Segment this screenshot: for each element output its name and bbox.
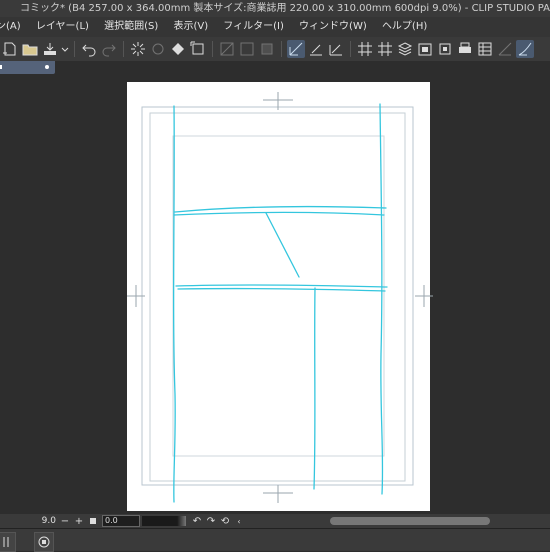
perspective-ruler-icon[interactable]: [496, 40, 514, 58]
menu-bar: ン(A) レイヤー(L) 選択範囲(S) 表示(V) フィルター(I) ウィンド…: [0, 17, 550, 37]
zoom-value[interactable]: 9.0: [0, 516, 58, 526]
grid-snap-icon[interactable]: [376, 40, 394, 58]
pen-stroke-icon[interactable]: [516, 40, 534, 58]
title-bar: コミック* (B4 257.00 x 364.00mm 製本サイズ:商業誌用 2…: [0, 0, 550, 17]
table-icon[interactable]: [476, 40, 494, 58]
rotation-field[interactable]: 0.0: [102, 515, 140, 527]
layers-icon[interactable]: [396, 40, 414, 58]
zoom-in-icon[interactable]: +: [72, 515, 86, 527]
panel-toggle-icon[interactable]: [0, 532, 16, 552]
transform-icon[interactable]: [189, 40, 207, 58]
canvas-area[interactable]: [0, 74, 550, 514]
reset-rotation-icon[interactable]: ⟲: [218, 515, 232, 527]
bottom-panel: [0, 528, 550, 552]
save-icon[interactable]: [41, 40, 59, 58]
canvas-svg[interactable]: [0, 74, 550, 514]
stabilization-icon[interactable]: [287, 40, 305, 58]
rotate-left-icon[interactable]: ↶: [190, 515, 204, 527]
chevron-left-icon[interactable]: ‹: [232, 515, 246, 527]
special-ruler-snap-icon[interactable]: [327, 40, 345, 58]
undo-icon[interactable]: [80, 40, 98, 58]
grid-icon[interactable]: [356, 40, 374, 58]
document-tab-bar: [0, 61, 550, 74]
divider: [212, 41, 213, 57]
fill-icon[interactable]: [169, 40, 187, 58]
rotation-slider[interactable]: [142, 516, 186, 526]
tab-indicator: [0, 65, 2, 69]
status-bar: 9.0 − + 0.0 ↶ ↷ ⟲ ‹: [0, 514, 550, 528]
print-icon[interactable]: [456, 40, 474, 58]
open-folder-icon[interactable]: [21, 40, 39, 58]
unsaved-dot-icon: [45, 65, 49, 69]
menu-filter[interactable]: フィルター(I): [217, 17, 290, 37]
navigator-icon[interactable]: [34, 532, 54, 552]
selection-icon[interactable]: [258, 40, 276, 58]
menu-help[interactable]: ヘルプ(H): [376, 17, 433, 37]
menu-animation[interactable]: ン(A): [0, 17, 27, 37]
zoom-out-icon[interactable]: −: [58, 515, 72, 527]
divider: [350, 41, 351, 57]
clear-outside-icon[interactable]: [149, 40, 167, 58]
menu-window[interactable]: ウィンドウ(W): [293, 17, 373, 37]
chevron-down-icon[interactable]: [61, 40, 69, 58]
document-tab[interactable]: [0, 61, 55, 74]
horizontal-scrollbar[interactable]: [330, 517, 490, 525]
reference-layer-icon[interactable]: [436, 40, 454, 58]
divider: [74, 41, 75, 57]
command-bar: [0, 37, 550, 62]
rotate-right-icon[interactable]: ↷: [204, 515, 218, 527]
clear-icon[interactable]: [129, 40, 147, 58]
window-title: コミック* (B4 257.00 x 364.00mm 製本サイズ:商業誌用 2…: [20, 3, 550, 14]
stop-icon[interactable]: [86, 515, 100, 527]
ruler-snap-icon[interactable]: [307, 40, 325, 58]
redo-icon[interactable]: [100, 40, 118, 58]
menu-view[interactable]: 表示(V): [167, 17, 214, 37]
layer-property-icon[interactable]: [416, 40, 434, 58]
paper: [127, 82, 430, 511]
new-file-icon[interactable]: [1, 40, 19, 58]
deselect-icon[interactable]: [218, 40, 236, 58]
divider: [281, 41, 282, 57]
menu-layer[interactable]: レイヤー(L): [30, 17, 95, 37]
menu-selection[interactable]: 選択範囲(S): [98, 17, 164, 37]
divider: [123, 41, 124, 57]
invert-selection-icon[interactable]: [238, 40, 256, 58]
